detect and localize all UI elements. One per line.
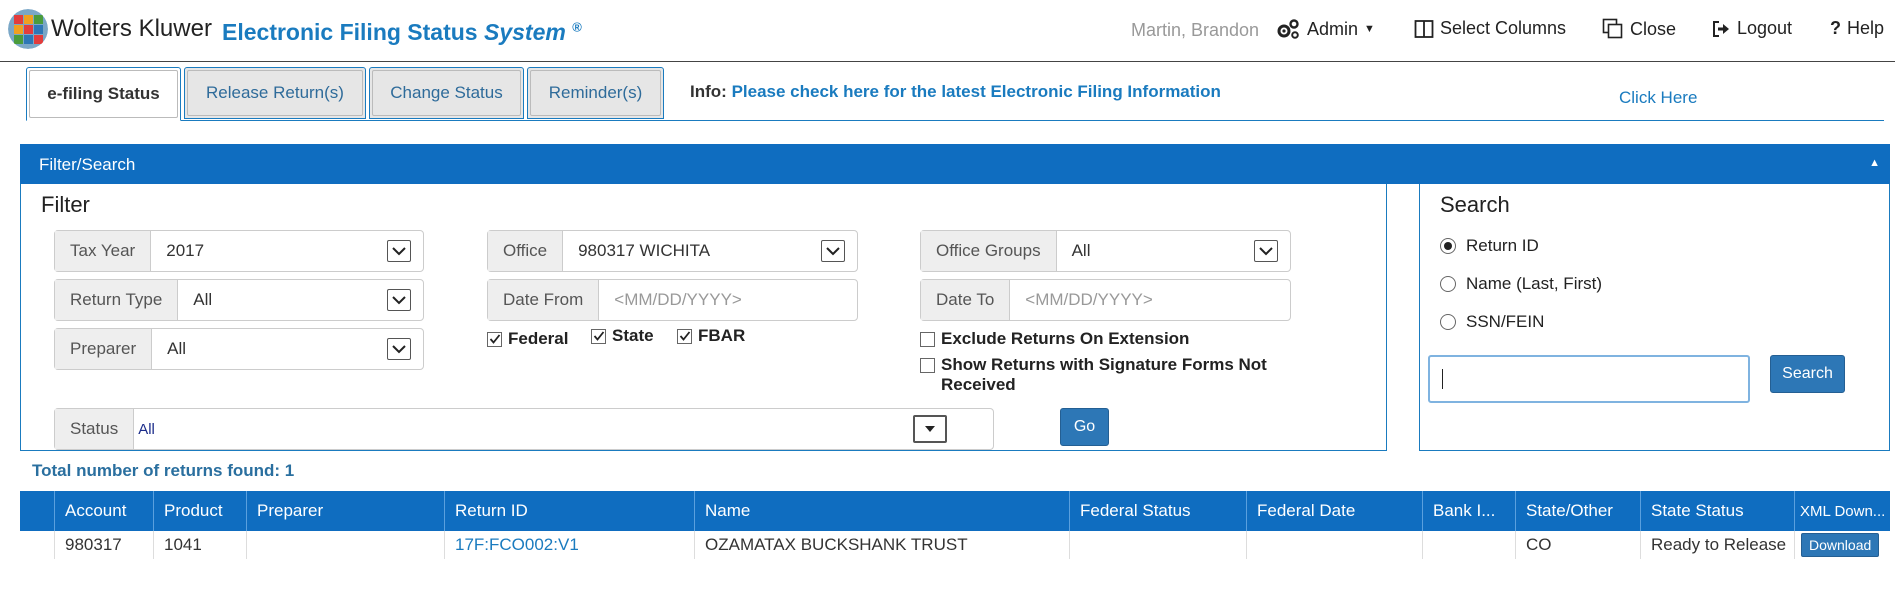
checkmark-icon <box>677 328 692 344</box>
wolters-kluwer-logo-icon <box>8 9 48 49</box>
tab-reminders[interactable]: Reminder(s) <box>527 67 664 119</box>
columns-icon <box>1414 19 1434 38</box>
search-button[interactable]: Search <box>1770 355 1845 393</box>
chevron-down-icon[interactable] <box>387 289 411 311</box>
collapse-up-icon[interactable]: ▲ <box>1869 157 1880 169</box>
cell-federal-date <box>1246 531 1422 559</box>
cell-bank <box>1422 531 1515 559</box>
state-checkbox[interactable]: State <box>591 326 654 346</box>
filter-panel: Filter Tax Year 2017 Return Type All Pre… <box>20 184 1387 451</box>
column-header[interactable]: Federal Date <box>1246 491 1422 531</box>
close-window-icon <box>1602 18 1623 39</box>
search-panel: Search Return ID Name (Last, First) SSN/… <box>1419 184 1890 451</box>
filter-title: Filter <box>41 192 90 217</box>
logout-button[interactable]: Logout <box>1711 18 1792 39</box>
cell-return-id: 17F:FCO002:V1 <box>444 531 694 559</box>
column-header[interactable]: XML Down... <box>1794 491 1890 531</box>
cell-xml-download: Download <box>1794 531 1890 559</box>
fbar-checkbox[interactable]: FBAR <box>677 326 745 346</box>
column-header[interactable]: Return ID <box>444 491 694 531</box>
column-header[interactable]: Preparer <box>246 491 444 531</box>
download-button[interactable]: Download <box>1801 533 1880 557</box>
results-table-header: Account Product Preparer Return ID Name … <box>20 491 1890 531</box>
user-name: Martin, Brandon <box>1131 20 1260 40</box>
column-header[interactable]: Account <box>54 491 153 531</box>
help-icon: ? <box>1830 18 1841 38</box>
admin-menu[interactable]: Admin ▼ <box>1275 18 1375 40</box>
table-row[interactable]: 980317 1041 17F:FCO002:V1 OZAMATAX BUCKS… <box>20 531 1890 559</box>
cell-preparer <box>246 531 444 559</box>
chevron-down-icon[interactable] <box>1254 240 1278 262</box>
office-groups-select[interactable]: Office Groups All <box>920 230 1291 272</box>
radio-return-id[interactable]: Return ID <box>1440 236 1539 256</box>
caret-down-icon: ▼ <box>1364 23 1375 35</box>
return-type-select[interactable]: Return Type All <box>54 279 424 321</box>
text-caret <box>1442 369 1443 389</box>
cell-product: 1041 <box>153 531 246 559</box>
tab-e-filing-status[interactable]: e-filing Status <box>26 67 181 121</box>
column-header[interactable]: Name <box>694 491 1069 531</box>
search-input[interactable] <box>1428 355 1750 403</box>
app-title: Electronic Filing Status System ® <box>222 19 582 45</box>
app-header: Wolters Kluwer Electronic Filing Status … <box>0 0 1895 62</box>
radio-name[interactable]: Name (Last, First) <box>1440 274 1602 294</box>
filter-search-header[interactable]: Filter/Search ▲ <box>20 144 1890 184</box>
tax-year-select[interactable]: Tax Year 2017 <box>54 230 424 272</box>
column-header[interactable]: Product <box>153 491 246 531</box>
column-header[interactable]: Federal Status <box>1069 491 1246 531</box>
chevron-down-icon[interactable] <box>387 338 411 360</box>
select-columns-button[interactable]: Select Columns <box>1414 18 1566 39</box>
tab-change-status[interactable]: Change Status <box>369 67 524 119</box>
info-message: Info: Please check here for the latest E… <box>690 82 1221 101</box>
logout-icon <box>1713 20 1729 37</box>
go-button[interactable]: Go <box>1060 408 1109 446</box>
preparer-select[interactable]: Preparer All <box>54 328 424 370</box>
checkmark-icon <box>487 331 502 347</box>
date-from-field[interactable]: Date From <MM/DD/YYYY> <box>487 279 858 321</box>
efiling-info-link[interactable]: Please check here for the latest Electro… <box>732 82 1221 101</box>
search-title: Search <box>1440 192 1510 217</box>
cell-name: OZAMATAX BUCKSHANK TRUST <box>694 531 1069 559</box>
status-select[interactable]: Status All <box>54 408 994 450</box>
column-header[interactable]: Bank I... <box>1422 491 1515 531</box>
cell-state-other: CO <box>1515 531 1640 559</box>
close-button[interactable]: Close <box>1602 18 1676 40</box>
cell-state-status: Ready to Release <box>1640 531 1794 559</box>
office-select[interactable]: Office 980317 WICHITA <box>487 230 858 272</box>
tabs-underline <box>26 120 1884 121</box>
row-selector-header[interactable] <box>20 491 54 531</box>
return-id-link[interactable]: 17F:FCO002:V1 <box>455 535 579 555</box>
date-to-field[interactable]: Date To <MM/DD/YYYY> <box>920 279 1291 321</box>
show-signature-forms-checkbox[interactable]: Show Returns with Signature Forms Not Re… <box>920 355 1267 395</box>
column-header[interactable]: State Status <box>1640 491 1794 531</box>
row-selector[interactable] <box>20 531 54 559</box>
chevron-down-icon[interactable] <box>821 240 845 262</box>
click-here-link[interactable]: Click Here <box>1619 88 1697 108</box>
tab-release-returns[interactable]: Release Return(s) <box>184 67 366 119</box>
federal-checkbox[interactable]: Federal <box>487 329 568 349</box>
column-header[interactable]: State/Other <box>1515 491 1640 531</box>
chevron-down-icon[interactable] <box>913 415 947 443</box>
chevron-down-icon[interactable] <box>387 240 411 262</box>
radio-ssn-fein[interactable]: SSN/FEIN <box>1440 312 1544 332</box>
cell-federal-status <box>1069 531 1246 559</box>
cell-account: 980317 <box>54 531 153 559</box>
logo-text: Wolters Kluwer <box>51 15 212 42</box>
help-button[interactable]: ? Help <box>1830 18 1884 39</box>
total-returns-count: Total number of returns found: 1 <box>32 461 295 480</box>
checkmark-icon <box>591 328 606 344</box>
exclude-extension-checkbox[interactable]: Exclude Returns On Extension <box>920 329 1189 349</box>
gears-icon <box>1277 19 1299 39</box>
